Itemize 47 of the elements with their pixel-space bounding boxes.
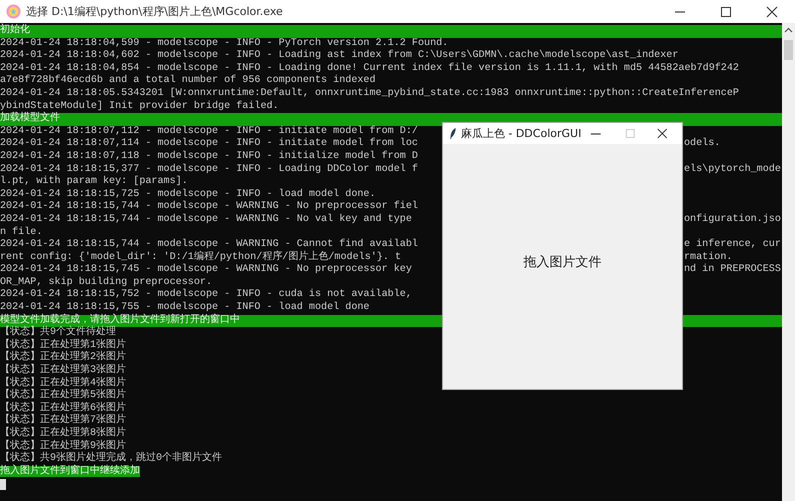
console-line: 2024-01-24 18:18:04,854 - modelscope - INFO - Loading done! Current index file version is 1.11.1, with md5 44582aeb7d9f242 [0,62,739,74]
console-line: 【状态】正在处理第5张图片 [0,390,126,402]
section-header: 加载模型文件 [0,113,782,126]
console-line: 2024-01-24 18:18:05.5343201 [W:onnxruntime:Default, onnxruntime_pybind_state.cc:1983 onnxruntime::python::CreateInferenceP [0,88,739,99]
console-line: a7e8f728bf46ecd6b and a total number of 956 components indexed [0,75,376,86]
section-header: 初始化 [0,25,782,38]
app-icon [6,4,21,19]
console-line: e inference, cur [684,239,782,252]
drop-prompt: 拖入图片文件 [524,254,602,270]
console-line: 2024-01-24 18:18:15,744 - modelscope - WARNING - No val key and type [0,214,413,226]
console-line: 2024-01-24 18:18:07,112 - modelscope - INFO - initiate model from D:/ [0,126,418,137]
console-line: 【状态】正在处理第2张图片 [0,352,126,364]
console-line: els\pytorch_mode [684,164,782,176]
console-line: 【状态】正在处理第9张图片 [0,440,126,452]
console-line: 2024-01-24 18:18:15,744 - modelscope - WARNING - Cannot find availabl [0,239,419,250]
console-line: OR_MAP, skip building preprocessor. [0,276,212,288]
console-line: 2024-01-24 18:18:15,745 - modelscope - WARNING - No preprocessor key [0,264,413,276]
console-line: 【状态】正在处理第6张图片 [0,402,126,414]
console-line: ybindStateModule] Init provider bridge failed. [0,100,279,112]
console-line: rmation. [684,252,734,264]
console-line: 【状态】正在处理第7张图片 [0,415,126,426]
console-line: 【状态】共9张图片处理完成，跳过0个非图片文件 [0,453,222,464]
console-line: 2024-01-24 18:18:07,118 - modelscope - INFO - initialize model from D [0,150,418,162]
window-title: 选择 D:\1编程\python\程序\图片上色\MGcolor.exe [26,4,283,19]
console-line: 【状态】正在处理第3张图片 [0,365,126,376]
console-line: 【状态】正在处理第1张图片 [0,340,126,351]
dialog-title: 麻瓜上色 - DDColorGUI [460,126,582,141]
console-line: odels. [684,138,722,151]
scrollbar-thumb[interactable] [784,40,793,60]
console-line: n file. [0,226,42,238]
console-line: rent config: {'model_dir': 'D:/1编程/python/程序/图片上色/models'}. t [0,252,402,264]
console-line: 2024-01-24 18:18:15,725 - modelscope - INFO - load model done. [0,188,376,200]
console-line: 2024-01-24 18:18:07,114 - modelscope - INFO - initiate model from loc [0,138,419,150]
console-line: 2024-01-24 18:18:15,752 - modelscope - INFO - cuda is not available, [0,289,412,300]
console-line: 2024-01-24 18:18:15,377 - modelscope - INFO - Loading DDColor model f [0,164,419,176]
console-line: 【状态】正在处理第8张图片 [0,428,126,439]
console-line: 【状态】正在处理第4张图片 [0,378,126,389]
console-line: onfiguration.jso [684,214,782,226]
console-line: 2024-01-24 18:18:04,602 - modelscope - INFO - Loading ast index from C:\Users\GDMN\.cache\modelscope\ast_indexer [0,50,678,62]
console-line: nd in PREPROCESS [684,264,782,277]
console-line: 2024-01-24 18:18:04,599 - modelscope - INFO - PyTorch version 2.1.2 Found. [0,38,448,49]
text-cursor [0,479,6,490]
feather-icon [449,127,457,140]
console-line: 2024-01-24 18:18:15,744 - modelscope - WARNING - No preprocessor fiel [0,201,418,212]
console-line: l.pt, with param key: [params]. [0,176,188,188]
console-line: 【状态】共9个文件待处理 [0,327,116,338]
console-line: 2024-01-24 18:18:15,755 - modelscope - INFO - load model done [0,302,370,314]
